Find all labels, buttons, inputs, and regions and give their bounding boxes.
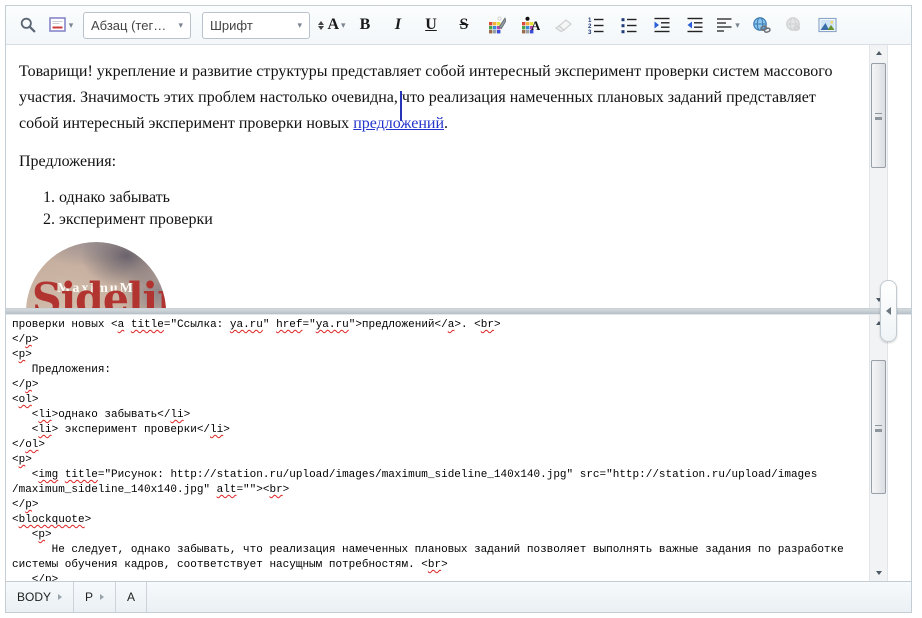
remove-format-button[interactable]	[547, 11, 579, 39]
element-path-bar: BODY P A	[6, 581, 911, 612]
link-icon	[752, 16, 771, 34]
chevron-down-icon: ▾	[297, 21, 302, 30]
splitter-handle[interactable]	[880, 280, 897, 342]
scroll-up-arrow-icon[interactable]	[870, 46, 887, 60]
bold-button[interactable]: B	[349, 11, 381, 39]
wysiwyg-content[interactable]: Товарищи! укрепление и развитие структур…	[6, 45, 911, 308]
font-color-button[interactable]: A	[514, 11, 546, 39]
chevron-down-icon: ▾	[735, 21, 740, 30]
image-icon	[818, 17, 837, 33]
italic-button[interactable]: I	[382, 11, 414, 39]
highlight-color-icon	[488, 16, 506, 34]
indent-icon	[653, 16, 671, 34]
list-item: однако забывать	[59, 187, 839, 208]
ordered-list-icon: 1 2 3	[587, 16, 605, 34]
align-button[interactable]: ▾	[712, 11, 744, 39]
highlight-color-button[interactable]	[481, 11, 513, 39]
paragraph-1-tail: .	[444, 115, 448, 132]
outdent-button[interactable]	[679, 11, 711, 39]
path-label: BODY	[17, 590, 51, 604]
content-image[interactable]: MaximuM Sideline	[26, 242, 166, 308]
source-code[interactable]: проверки новых <a title="Ссылка: ya.ru" …	[6, 315, 911, 581]
unlink-icon	[785, 16, 804, 34]
list-item: эксперимент проверки	[59, 209, 839, 230]
chevron-down-icon: ▾	[341, 21, 346, 30]
search-icon	[19, 16, 37, 34]
font-size-arrows-icon	[318, 21, 324, 30]
chevron-down-icon: ▾	[69, 21, 74, 30]
path-label: P	[85, 590, 93, 604]
indent-button[interactable]	[646, 11, 678, 39]
text-cursor	[400, 91, 402, 121]
path-item-p[interactable]: P	[74, 582, 116, 612]
italic-icon: I	[395, 17, 401, 33]
unordered-list-button[interactable]	[613, 11, 645, 39]
eraser-icon	[554, 17, 573, 33]
svg-text:3: 3	[588, 29, 592, 34]
wysiwyg-scrollbar[interactable]	[869, 45, 888, 308]
source-scrollbar[interactable]	[869, 315, 888, 581]
path-label: A	[127, 590, 135, 604]
insert-image-button[interactable]	[811, 11, 843, 39]
wysiwyg-pane[interactable]: Товарищи! укрепление и развитие структур…	[6, 45, 911, 308]
image-caption-main: Sideline	[32, 285, 166, 308]
bold-icon: B	[360, 17, 371, 33]
scrollbar-thumb[interactable]	[871, 360, 886, 494]
paragraph-1: Товарищи! укрепление и развитие структур…	[19, 59, 839, 137]
collapse-arrow-icon	[886, 307, 891, 315]
svg-text:A: A	[531, 18, 540, 33]
html-editor: ▾ Абзац (тег… ▾ Шрифт ▾ A ▾ B I U S	[5, 5, 912, 613]
scroll-down-arrow-icon[interactable]	[870, 566, 887, 580]
path-item-body[interactable]: BODY	[6, 582, 74, 612]
scrollbar-thumb[interactable]	[871, 63, 886, 168]
toolbar: ▾ Абзац (тег… ▾ Шрифт ▾ A ▾ B I U S	[6, 6, 911, 45]
paragraph-2: Предложения:	[19, 149, 839, 175]
paragraph-image: MaximuM Sideline	[19, 242, 839, 308]
underline-button[interactable]: U	[415, 11, 447, 39]
chevron-right-icon	[58, 594, 62, 600]
paragraph-format-value: Абзац (тег…	[91, 18, 166, 33]
ordered-list: однако забывать эксперимент проверки	[19, 187, 839, 230]
align-left-icon	[716, 17, 733, 33]
source-pane[interactable]: проверки новых <a title="Ссылка: ya.ru" …	[6, 314, 911, 581]
font-select[interactable]: Шрифт ▾	[202, 12, 310, 39]
chevron-down-icon: ▾	[178, 21, 183, 30]
font-size-letter: A	[327, 17, 339, 33]
font-select-value: Шрифт	[210, 18, 253, 33]
ordered-list-button[interactable]: 1 2 3	[580, 11, 612, 39]
path-item-a[interactable]: A	[116, 582, 147, 612]
view-mode-button[interactable]: ▾	[45, 11, 77, 39]
paragraph-format-select[interactable]: Абзац (тег… ▾	[83, 12, 191, 39]
outdent-icon	[686, 16, 704, 34]
bullet-list-icon	[620, 16, 638, 34]
chevron-right-icon	[100, 594, 104, 600]
split-view-icon	[49, 17, 67, 33]
underline-icon: U	[425, 17, 437, 33]
search-button[interactable]	[12, 11, 44, 39]
font-size-button[interactable]: A ▾	[316, 11, 348, 39]
font-color-icon: A	[521, 16, 540, 34]
unlink-button[interactable]	[778, 11, 810, 39]
strikethrough-button[interactable]: S	[448, 11, 480, 39]
strikethrough-icon: S	[460, 17, 469, 33]
text-link[interactable]: предложений	[353, 115, 444, 132]
link-button[interactable]	[745, 11, 777, 39]
